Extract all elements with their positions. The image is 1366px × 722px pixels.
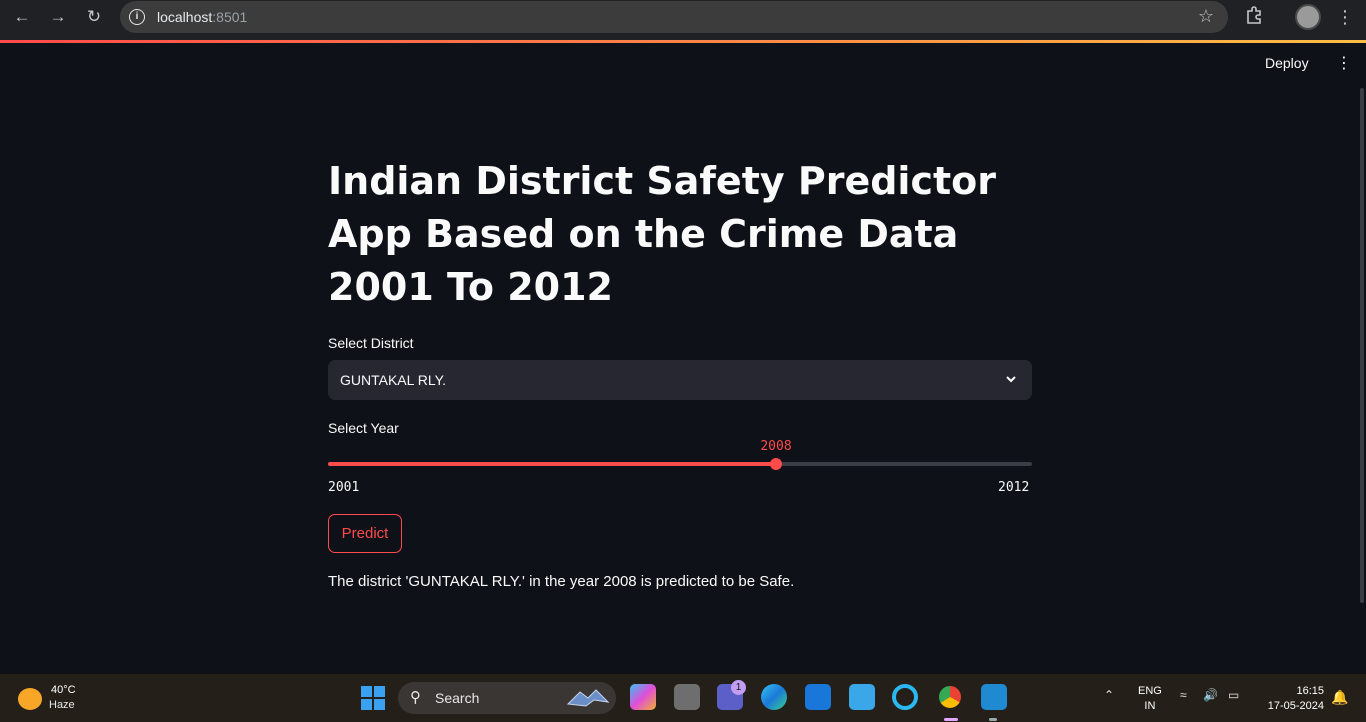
slider-thumb[interactable] xyxy=(770,458,782,470)
lang-line2: IN xyxy=(1144,700,1156,712)
clock-time: 16:15 xyxy=(1296,685,1324,697)
edge-icon[interactable] xyxy=(761,684,787,710)
wifi-icon[interactable]: ≈ xyxy=(1180,688,1187,702)
chevron-up-icon[interactable]: ⌃ xyxy=(1104,688,1114,702)
chrome-icon[interactable] xyxy=(937,684,963,710)
url-port: :8501 xyxy=(212,9,248,25)
app-main: Deploy ⋮ Indian District Safety Predicto… xyxy=(0,43,1366,674)
bookmark-star-icon[interactable]: ☆ xyxy=(1198,6,1214,27)
deploy-button[interactable]: Deploy xyxy=(1265,55,1309,71)
start-windows-icon[interactable] xyxy=(361,686,385,710)
weather-desc: Haze xyxy=(49,699,75,711)
cortana-icon[interactable] xyxy=(892,684,918,710)
browser-toolbar: ← → ↻ i localhost:8501 ☆ ⋮ xyxy=(0,0,1366,40)
reload-icon[interactable]: ↻ xyxy=(80,6,108,28)
weather-temp: 40°C xyxy=(51,684,76,696)
scrollbar[interactable] xyxy=(1360,88,1364,603)
slider-min-label: 2001 xyxy=(328,480,360,495)
app-menu-icon[interactable]: ⋮ xyxy=(1336,54,1352,74)
copilot-icon[interactable] xyxy=(630,684,656,710)
battery-icon[interactable]: ▭ xyxy=(1228,688,1239,702)
chevron-down-icon xyxy=(1004,368,1018,389)
year-label: Select Year xyxy=(328,420,399,436)
notification-bell-icon[interactable]: 🔔 xyxy=(1331,689,1348,706)
back-icon[interactable]: ← xyxy=(8,6,36,28)
extensions-icon[interactable] xyxy=(1242,6,1266,28)
chrome-active-indicator xyxy=(944,718,958,721)
url-text[interactable]: localhost:8501 xyxy=(157,9,247,25)
slider-max-label: 2012 xyxy=(998,480,1030,495)
notepad-icon[interactable] xyxy=(849,684,875,710)
weather-widget[interactable]: 40°C Haze xyxy=(18,684,108,714)
year-slider[interactable]: 2008 xyxy=(328,439,1032,470)
forward-icon[interactable]: → xyxy=(44,6,72,28)
task-view-icon[interactable] xyxy=(674,684,700,710)
search-label: Search xyxy=(435,690,480,706)
page-title: Indian District Safety Predictor App Bas… xyxy=(328,159,996,309)
district-label: Select District xyxy=(328,335,414,351)
profile-avatar[interactable] xyxy=(1295,4,1321,30)
clock[interactable]: 16:15 17-05-2024 xyxy=(1260,684,1324,714)
volume-icon[interactable]: 🔊 xyxy=(1203,688,1218,702)
district-select[interactable]: GUNTAKAL RLY. xyxy=(328,360,1032,400)
clock-date: 17-05-2024 xyxy=(1267,700,1324,712)
browser-menu-icon[interactable]: ⋮ xyxy=(1336,5,1354,29)
address-bar[interactable]: i localhost:8501 ☆ xyxy=(120,1,1228,33)
district-selected-value: GUNTAKAL RLY. xyxy=(340,372,447,388)
search-highlight-icon xyxy=(566,686,610,710)
taskbar-search[interactable]: ⚲ Search xyxy=(398,682,616,714)
language-indicator[interactable]: ENG IN xyxy=(1138,684,1162,714)
vscode-icon[interactable] xyxy=(981,684,1007,710)
vscode-running-indicator xyxy=(989,718,997,721)
lang-line1: ENG xyxy=(1138,685,1162,697)
teams-notification-badge: 1 xyxy=(731,680,746,695)
prediction-result: The district 'GUNTAKAL RLY.' in the year… xyxy=(328,573,795,590)
haze-sun-icon xyxy=(18,688,42,710)
slider-fill xyxy=(328,462,776,466)
mail-icon[interactable] xyxy=(805,684,831,710)
taskbar: 40°C Haze ⚲ Search 1 ⌃ ENG IN ≈ 🔊 ▭ 16:15… xyxy=(0,674,1366,722)
slider-value: 2008 xyxy=(760,439,792,454)
predict-button[interactable]: Predict xyxy=(328,514,402,553)
search-icon: ⚲ xyxy=(410,689,421,706)
url-host: localhost xyxy=(157,9,213,25)
site-info-icon[interactable]: i xyxy=(129,9,145,25)
